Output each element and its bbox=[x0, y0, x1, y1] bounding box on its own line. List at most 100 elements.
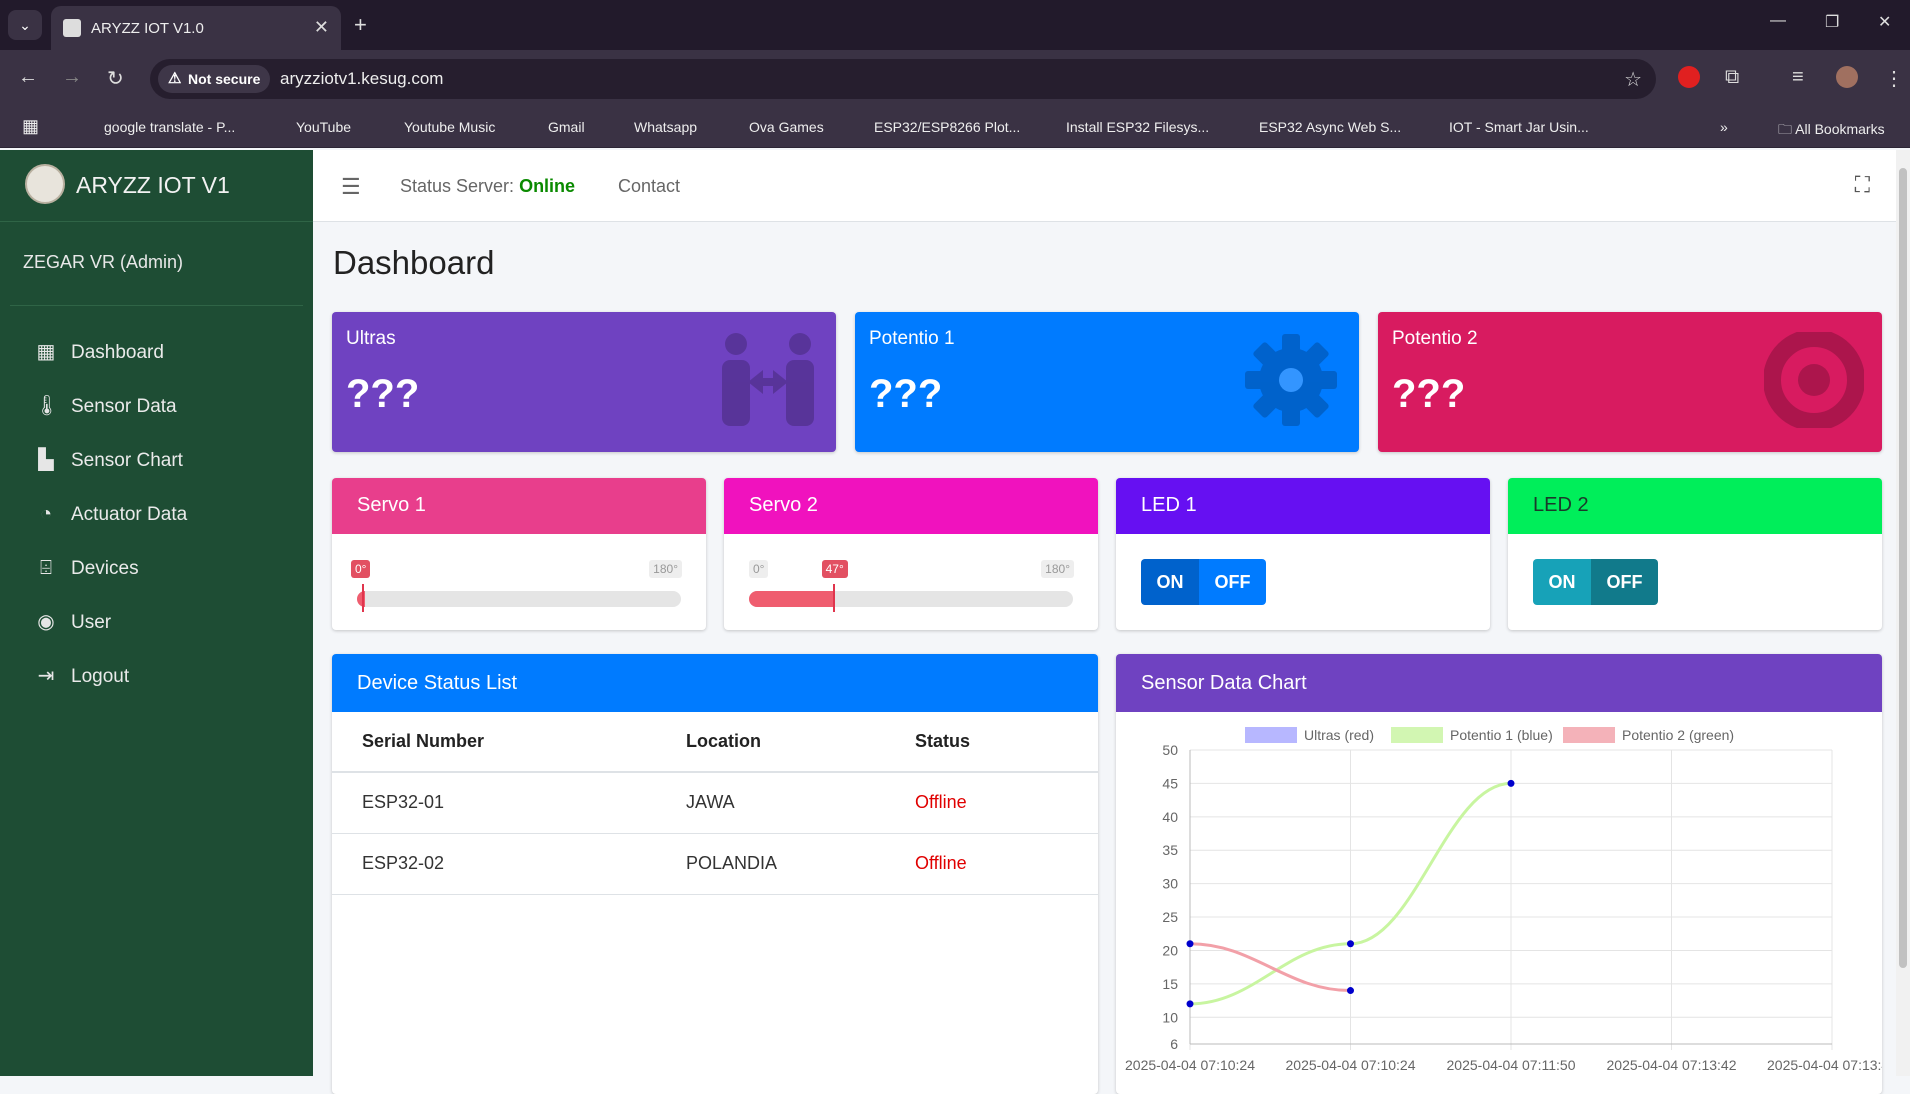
whatsapp-icon bbox=[610, 119, 626, 135]
sidebar-menu: ▦ Dashboard 🌡 Sensor Data ▙ Sensor Chart… bbox=[0, 326, 313, 704]
slider-min-label: 0° bbox=[749, 560, 769, 578]
sidebar-item-user[interactable]: ◉ User bbox=[0, 596, 313, 650]
sidebar-item-logout[interactable]: ⇥ Logout bbox=[0, 650, 313, 704]
led-off-button[interactable]: OFF bbox=[1591, 559, 1658, 605]
user-name[interactable]: ZEGAR VR (Admin) bbox=[23, 252, 183, 273]
sidebar-item-dashboard[interactable]: ▦ Dashboard bbox=[0, 326, 313, 380]
x-tick-label: 2025-04-04 07:10:24 bbox=[1125, 1057, 1255, 1073]
data-point bbox=[1347, 987, 1354, 995]
info-box-label: Ultras bbox=[346, 328, 396, 349]
bookmark-item[interactable]: Gmail bbox=[524, 119, 585, 135]
page-title: Dashboard bbox=[333, 244, 495, 281]
bookmark-item[interactable]: Whatsapp bbox=[610, 119, 697, 135]
led-on-button[interactable]: ON bbox=[1533, 559, 1591, 605]
browser-tab[interactable]: ARYZZ IOT V1.0 ✕ bbox=[51, 6, 341, 50]
profile-avatar[interactable] bbox=[1836, 66, 1858, 88]
extension-icon[interactable] bbox=[1678, 66, 1700, 88]
led-1-toggle[interactable]: ON OFF bbox=[1141, 559, 1266, 605]
info-box-ultras: Ultras ??? bbox=[332, 312, 836, 452]
all-bookmarks[interactable]: 🗀 All Bookmarks bbox=[1778, 119, 1885, 143]
sidebar: ARYZZ IOT V1 ZEGAR VR (Admin) ▦ Dashboar… bbox=[0, 150, 313, 1076]
extensions-puzzle-icon[interactable]: ⧉ bbox=[1725, 66, 1739, 89]
led-on-button[interactable]: ON bbox=[1141, 559, 1199, 605]
slider-max-label: 180° bbox=[1041, 560, 1074, 578]
column-header: Location bbox=[656, 712, 885, 773]
sensor-data-chart[interactable]: 6 10 15 20 25 30 35 40 45 50 2025-04-04 07:10:24 20… bbox=[1116, 712, 1882, 1094]
y-tick-label: 45 bbox=[1162, 775, 1178, 791]
server-status-label: Status Server: bbox=[400, 176, 515, 196]
bookmark-item[interactable]: YouTube bbox=[272, 119, 351, 135]
omnibox[interactable]: ⚠ Not secure aryzziotv1.kesug.com ☆ bbox=[150, 59, 1656, 99]
sidebar-item-devices[interactable]: ⌹ Devices bbox=[0, 542, 313, 596]
logout-icon: ⇥ bbox=[37, 665, 55, 687]
bookmark-item[interactable]: Ova Games bbox=[725, 119, 824, 135]
bookmark-star-icon[interactable]: ☆ bbox=[1624, 67, 1642, 92]
dashboard-icon: ▦ bbox=[36, 341, 56, 363]
servo-slider[interactable]: 0° 180° 0° bbox=[332, 534, 706, 630]
user-circle-icon: ◉ bbox=[37, 611, 55, 633]
page-scrollbar[interactable] bbox=[1896, 150, 1910, 1076]
sidebar-item-label: Actuator Data bbox=[71, 504, 188, 525]
new-tab-button[interactable]: + bbox=[354, 12, 367, 38]
bookmark-item[interactable]: Install ESP32 Filesys... bbox=[1042, 119, 1209, 135]
scrollbar-thumb[interactable] bbox=[1899, 168, 1907, 968]
legend-label: Ultras (red) bbox=[1304, 727, 1374, 743]
warning-icon: ⚠ bbox=[168, 70, 182, 87]
gauge-icon: ◔ bbox=[39, 503, 53, 525]
tab-search-button[interactable]: ⌄ bbox=[8, 10, 42, 40]
contact-link[interactable]: Contact bbox=[618, 176, 680, 197]
arduino-icon bbox=[1425, 119, 1441, 135]
slider-handle[interactable] bbox=[832, 584, 835, 612]
bookmark-item[interactable]: Youtube Music bbox=[380, 119, 495, 135]
bookmark-label: Gmail bbox=[548, 119, 585, 135]
bookmark-item[interactable]: ESP32 Async Web S... bbox=[1235, 119, 1401, 135]
hamburger-menu-icon[interactable]: ☰ bbox=[341, 174, 361, 200]
info-box-value: ??? bbox=[346, 372, 420, 416]
apps-grid-icon[interactable]: ▦ bbox=[22, 116, 39, 137]
data-point bbox=[1186, 940, 1194, 948]
slider-track[interactable] bbox=[357, 591, 681, 607]
url-text[interactable]: aryzziotv1.kesug.com bbox=[280, 69, 443, 89]
slider-track[interactable] bbox=[749, 591, 1073, 607]
restore-icon[interactable]: ❐ bbox=[1825, 12, 1839, 32]
led-2-toggle[interactable]: ON OFF bbox=[1533, 559, 1658, 605]
bookmark-item[interactable]: IOT - Smart Jar Usin... bbox=[1425, 119, 1589, 135]
not-secure-badge[interactable]: ⚠ Not secure bbox=[158, 65, 271, 93]
sidebar-item-sensor-chart[interactable]: ▙ Sensor Chart bbox=[0, 434, 313, 488]
servo-1-card: Servo 1 0° 180° 0° bbox=[332, 478, 706, 630]
bookmark-label: Ova Games bbox=[749, 119, 824, 135]
reload-icon[interactable]: ↻ bbox=[107, 66, 124, 91]
forward-icon[interactable]: → bbox=[62, 66, 82, 89]
y-tick-label: 35 bbox=[1162, 842, 1178, 858]
fullscreen-icon[interactable]: ⛶ bbox=[1855, 172, 1870, 198]
user-panel[interactable]: ZEGAR VR (Admin) bbox=[10, 222, 303, 306]
sidebar-item-actuator-data[interactable]: ◔ Actuator Data bbox=[0, 488, 313, 542]
slider-handle[interactable] bbox=[362, 584, 364, 612]
close-window-icon[interactable]: ✕ bbox=[1878, 12, 1891, 32]
tab-close-icon[interactable]: ✕ bbox=[314, 17, 329, 38]
sensor-chart-card: Sensor Data Chart 6 10 15 20 25 30 35 40 45 50 202… bbox=[1116, 654, 1882, 1094]
device-status-card: Device Status List Serial Number Locatio… bbox=[332, 654, 1098, 1094]
more-bookmarks-icon[interactable]: » bbox=[1720, 119, 1728, 135]
minimize-icon[interactable]: — bbox=[1770, 12, 1786, 30]
sidebar-item-sensor-data[interactable]: 🌡 Sensor Data bbox=[0, 380, 313, 434]
led-card-header: LED 2 bbox=[1508, 478, 1882, 534]
media-control-icon[interactable]: ≡ bbox=[1792, 66, 1804, 89]
ova-games-icon bbox=[725, 119, 741, 135]
youtube-icon bbox=[272, 119, 288, 135]
main-content: Dashboard Ultras ??? Potentio 1 ??? Pote… bbox=[313, 222, 1896, 1094]
not-secure-label: Not secure bbox=[188, 71, 261, 87]
servo-slider[interactable]: 0° 180° 47° bbox=[724, 534, 1098, 630]
bookmark-item[interactable]: google translate - P... bbox=[80, 119, 235, 135]
brand-link[interactable]: ARYZZ IOT V1 bbox=[0, 150, 313, 222]
esp-async-icon bbox=[1235, 119, 1251, 135]
led-title: LED 2 bbox=[1533, 494, 1589, 516]
led-off-button[interactable]: OFF bbox=[1199, 559, 1266, 605]
thermometer-icon: 🌡 bbox=[34, 395, 60, 417]
browser-menu-icon[interactable]: ⋮ bbox=[1884, 66, 1904, 91]
back-icon[interactable]: ← bbox=[18, 66, 38, 89]
browser-tab-bar: ⌄ ARYZZ IOT V1.0 ✕ + — ❐ ✕ bbox=[0, 0, 1910, 50]
led-card-header: LED 1 bbox=[1116, 478, 1490, 534]
bookmark-item[interactable]: ESP32/ESP8266 Plot... bbox=[850, 119, 1020, 135]
column-header: Serial Number bbox=[332, 712, 656, 773]
